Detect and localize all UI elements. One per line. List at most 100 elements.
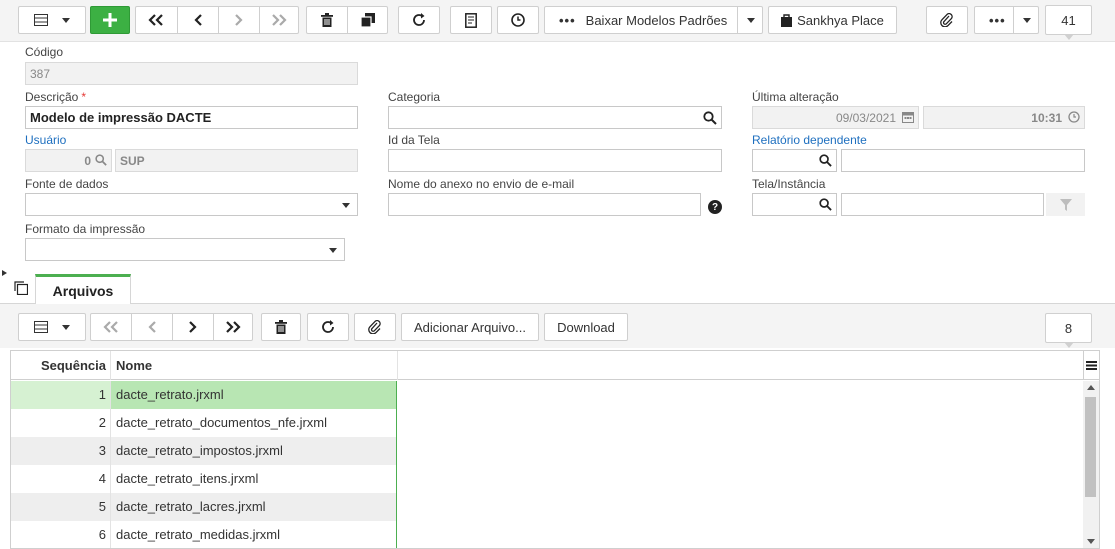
grid-view-button[interactable] bbox=[18, 6, 86, 34]
filter-icon bbox=[1059, 198, 1072, 211]
baixar-modelos-button[interactable]: ••• Baixar Modelos Padrões bbox=[544, 6, 763, 34]
attachment-button[interactable] bbox=[926, 6, 968, 34]
delete-file-button[interactable] bbox=[261, 313, 301, 341]
refresh-files-button[interactable] bbox=[307, 313, 349, 341]
chevron-right-icon bbox=[234, 14, 244, 26]
column-header-sequencia[interactable]: Sequência bbox=[11, 351, 111, 380]
help-icon[interactable]: ? bbox=[708, 200, 722, 214]
required-marker: * bbox=[81, 90, 87, 104]
cell-sequencia: 4 bbox=[11, 465, 111, 493]
plus-icon bbox=[103, 13, 117, 27]
table-row[interactable]: 6 dacte_retrato_medidas.jrxml bbox=[11, 521, 1083, 548]
search-icon[interactable] bbox=[95, 154, 107, 166]
trash-icon bbox=[321, 13, 333, 27]
table-row[interactable]: 3 dacte_retrato_impostos.jrxml bbox=[11, 437, 1083, 465]
paperclip-icon bbox=[368, 320, 382, 334]
menu-icon bbox=[1086, 361, 1097, 370]
column-divider bbox=[397, 351, 398, 380]
fonte-dados-select[interactable] bbox=[25, 193, 358, 216]
table-row[interactable]: 2 dacte_retrato_documentos_nfe.jrxml bbox=[11, 409, 1083, 437]
delete-button[interactable] bbox=[307, 6, 347, 34]
duplicate-button[interactable] bbox=[348, 6, 387, 34]
search-icon[interactable] bbox=[703, 111, 717, 125]
table-row[interactable]: 5 dacte_retrato_lacres.jrxml bbox=[11, 493, 1083, 521]
copy-icon bbox=[360, 13, 375, 27]
nome-anexo-input[interactable] bbox=[388, 193, 701, 216]
add-button[interactable] bbox=[90, 6, 130, 34]
document-icon bbox=[465, 12, 477, 28]
previous-record-button[interactable] bbox=[178, 6, 218, 34]
codigo-field: 387 bbox=[25, 62, 358, 85]
trash-icon bbox=[275, 320, 287, 334]
collapse-arrow-icon[interactable] bbox=[2, 270, 7, 276]
baixar-modelos-label: Baixar Modelos Padrões bbox=[585, 12, 728, 28]
files-grid: Sequência Nome 1 dacte_retrato.jrxml 2 d… bbox=[10, 350, 1100, 549]
refresh-icon bbox=[321, 320, 335, 334]
refresh-icon bbox=[412, 13, 426, 27]
table-row[interactable]: 4 dacte_retrato_itens.jrxml bbox=[11, 465, 1083, 493]
usuario-name-field: SUP bbox=[115, 149, 358, 172]
cell-nome: dacte_retrato_documentos_nfe.jrxml bbox=[111, 409, 397, 437]
double-chevron-right-icon bbox=[225, 321, 241, 333]
attach-file-button[interactable] bbox=[354, 313, 396, 341]
scroll-down-icon[interactable] bbox=[1087, 539, 1095, 544]
cell-nome: dacte_retrato_medidas.jrxml bbox=[111, 521, 397, 548]
filter-button[interactable] bbox=[1046, 193, 1085, 216]
cell-sequencia: 6 bbox=[11, 521, 111, 548]
next-file-button[interactable] bbox=[173, 313, 213, 341]
clock-icon bbox=[1068, 111, 1080, 123]
categoria-input[interactable] bbox=[388, 106, 722, 129]
adicionar-arquivo-button[interactable]: Adicionar Arquivo... bbox=[401, 313, 539, 341]
files-counter: 8 bbox=[1045, 313, 1092, 348]
next-record-button[interactable] bbox=[219, 6, 259, 34]
last-record-button[interactable] bbox=[260, 6, 298, 34]
usuario-label[interactable]: Usuário bbox=[25, 133, 66, 147]
relatorio-dependente-label[interactable]: Relatório dependente bbox=[752, 133, 867, 147]
bag-icon bbox=[781, 13, 793, 27]
tela-instancia-code[interactable] bbox=[752, 193, 837, 216]
tela-instancia-name[interactable] bbox=[841, 193, 1044, 216]
chevron-down-icon bbox=[1022, 17, 1031, 23]
vertical-scrollbar[interactable] bbox=[1083, 381, 1099, 548]
report-button[interactable] bbox=[450, 6, 492, 34]
chevron-left-icon bbox=[147, 321, 157, 333]
download-button[interactable]: Download bbox=[544, 313, 628, 341]
categoria-label: Categoria bbox=[388, 90, 441, 104]
more-dropdown-button[interactable] bbox=[1014, 6, 1039, 34]
relatorio-dependente-code[interactable] bbox=[752, 149, 837, 172]
table-row[interactable]: 1 dacte_retrato.jrxml bbox=[11, 381, 1083, 409]
column-header-nome[interactable]: Nome bbox=[116, 351, 152, 380]
search-icon[interactable] bbox=[819, 198, 832, 211]
first-record-button[interactable] bbox=[136, 6, 176, 34]
grid-view-button[interactable] bbox=[18, 313, 86, 341]
cell-nome: dacte_retrato_impostos.jrxml bbox=[111, 437, 397, 465]
codigo-label: Código bbox=[25, 45, 64, 59]
previous-file-button[interactable] bbox=[132, 313, 172, 341]
last-file-button[interactable] bbox=[214, 313, 252, 341]
cell-nome: dacte_retrato_itens.jrxml bbox=[111, 465, 397, 493]
record-counter: 41 bbox=[1045, 5, 1092, 40]
adicionar-arquivo-label: Adicionar Arquivo... bbox=[413, 319, 526, 335]
usuario-code-field: 0 bbox=[25, 149, 112, 172]
history-button[interactable] bbox=[497, 6, 539, 34]
descricao-input[interactable]: Modelo de impressão DACTE bbox=[25, 106, 358, 129]
window-icon[interactable] bbox=[14, 281, 28, 295]
scrollbar-thumb[interactable] bbox=[1085, 397, 1096, 497]
formato-impressao-select[interactable] bbox=[25, 238, 345, 261]
ultima-alteracao-time: 10:31 bbox=[923, 106, 1085, 129]
baixar-dropdown-button[interactable] bbox=[738, 6, 763, 34]
nome-anexo-label: Nome do anexo no envio de e-mail bbox=[388, 177, 575, 191]
relatorio-dependente-name[interactable] bbox=[841, 149, 1085, 172]
sankhya-place-button[interactable]: Sankhya Place bbox=[768, 6, 897, 34]
descricao-label: Descrição * bbox=[25, 90, 87, 104]
more-icon: ••• bbox=[559, 12, 576, 28]
clock-icon bbox=[511, 13, 525, 27]
first-file-button[interactable] bbox=[91, 313, 131, 341]
tab-arquivos[interactable]: Arquivos bbox=[35, 274, 131, 304]
search-icon[interactable] bbox=[819, 154, 832, 167]
column-menu-button[interactable] bbox=[1083, 351, 1099, 380]
scroll-up-icon[interactable] bbox=[1087, 385, 1095, 390]
refresh-button[interactable] bbox=[398, 6, 440, 34]
id-tela-input[interactable] bbox=[388, 149, 722, 172]
date-value: 09/03/2021 bbox=[835, 110, 896, 125]
